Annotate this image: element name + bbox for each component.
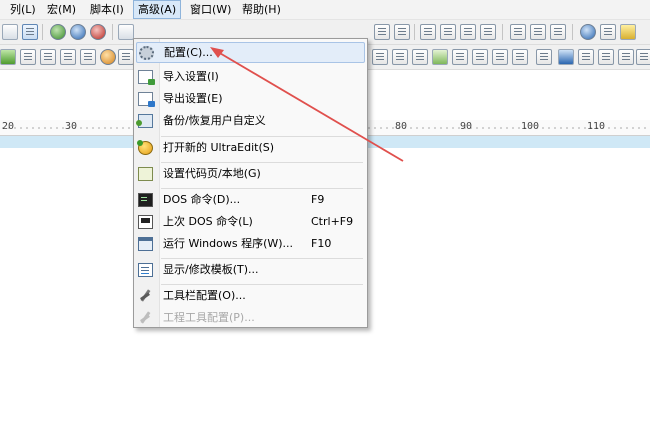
arrow-head: [210, 47, 224, 58]
annotation-arrow: [210, 47, 404, 162]
arrow-shaft: [217, 51, 404, 162]
